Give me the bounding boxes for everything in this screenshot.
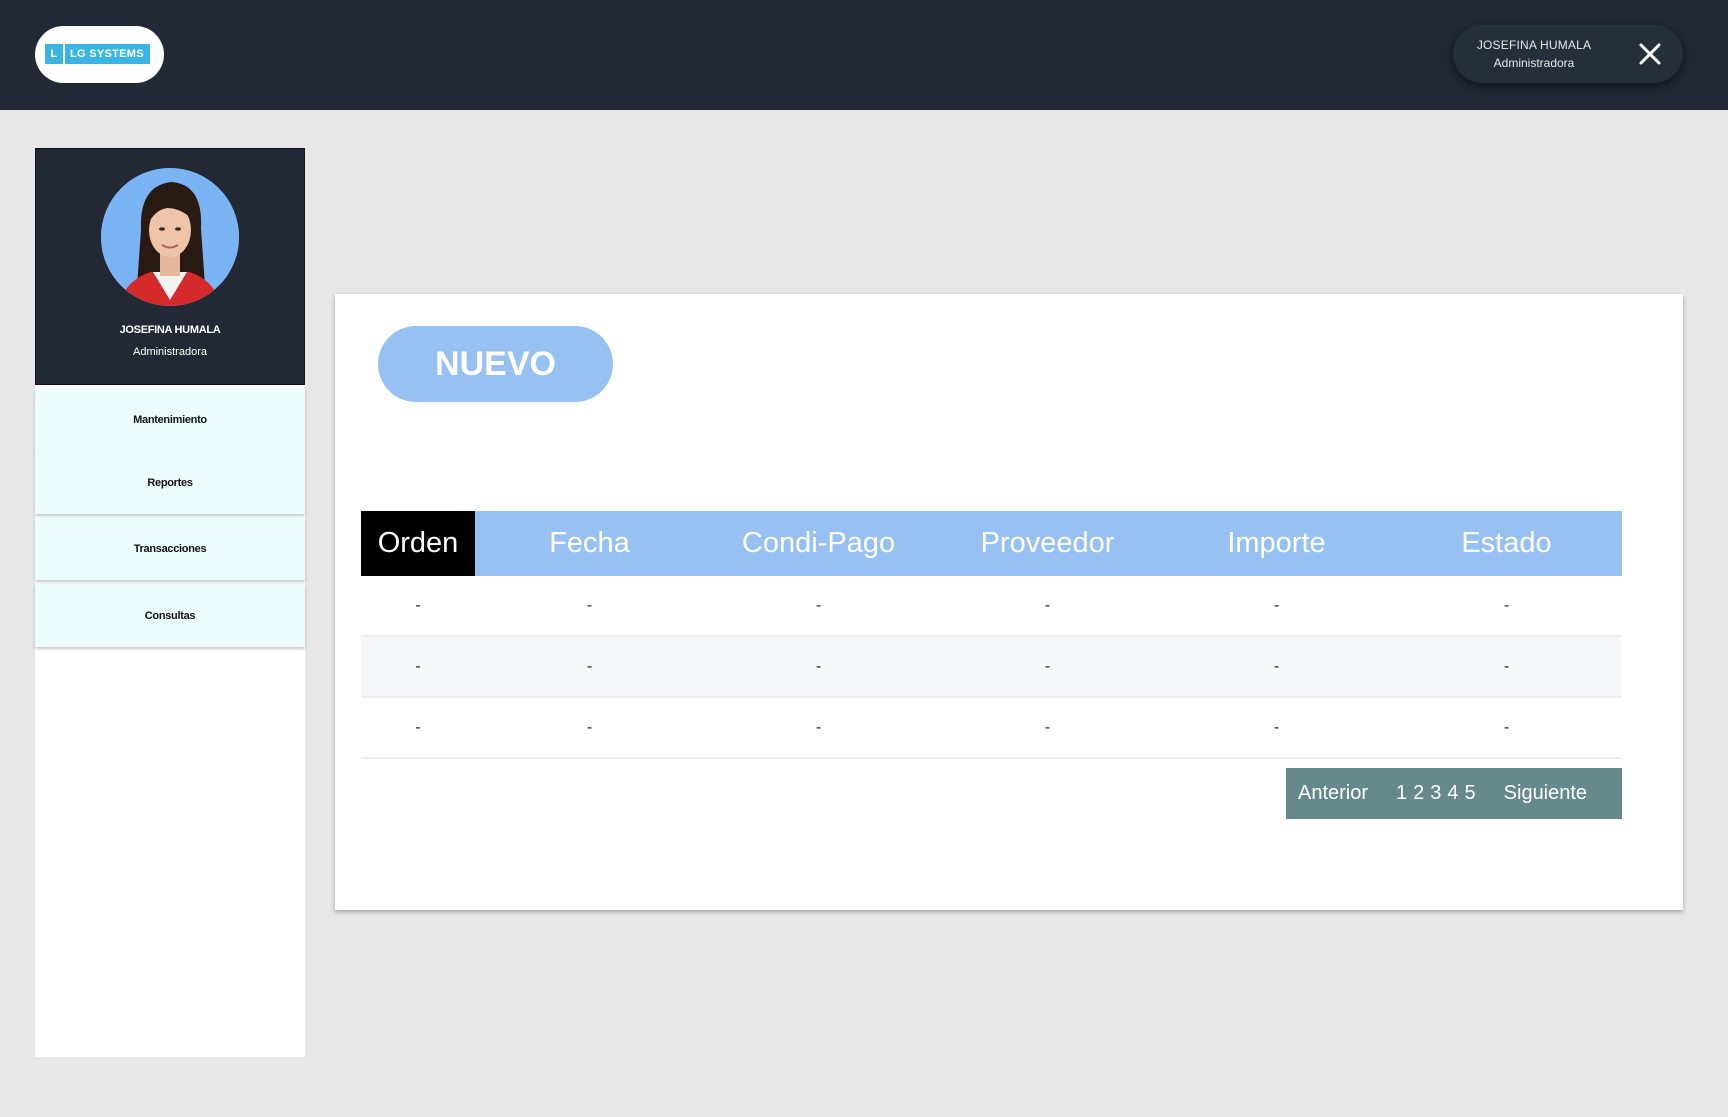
- table-cell: -: [1044, 657, 1051, 675]
- table-cell: -: [1044, 596, 1051, 614]
- sidebar-item-mantenimiento[interactable]: Mantenimiento: [35, 388, 305, 451]
- column-header-importe[interactable]: Importe: [1162, 511, 1391, 576]
- table-cell: -: [815, 657, 822, 675]
- top-bar: L LG SYSTEMS JOSEFINA HUMALA Administrad…: [0, 0, 1728, 110]
- column-header-estado[interactable]: Estado: [1391, 511, 1622, 576]
- pagination: Anterior 1 2 3 4 5 Siguiente: [1286, 768, 1622, 819]
- logo[interactable]: L LG SYSTEMS: [35, 26, 164, 83]
- profile-card: JOSEFINA HUMALA Administradora: [35, 148, 305, 385]
- table-cell: -: [1273, 657, 1280, 675]
- column-header-orden[interactable]: Orden: [361, 511, 475, 576]
- table-cell: -: [1273, 718, 1280, 736]
- user-role: Administradora: [1493, 56, 1575, 70]
- sidebar-item-reportes[interactable]: Reportes: [35, 451, 305, 514]
- table-cell: -: [1273, 596, 1280, 614]
- table-cell: -: [415, 718, 421, 736]
- page-3-link[interactable]: 3: [1430, 782, 1441, 805]
- table-cell: -: [815, 596, 822, 614]
- table-row[interactable]: - - - - - -: [361, 637, 1622, 698]
- user-name: JOSEFINA HUMALA: [1476, 38, 1592, 52]
- table-cell: -: [415, 657, 421, 675]
- table-cell: -: [1503, 596, 1510, 614]
- column-header-condi-pago[interactable]: Condi-Pago: [704, 511, 933, 576]
- user-menu[interactable]: JOSEFINA HUMALA Administradora: [1453, 25, 1683, 83]
- profile-name: JOSEFINA HUMALA: [119, 324, 221, 336]
- table-cell: -: [586, 596, 593, 614]
- table-cell: -: [586, 657, 593, 675]
- profile-role: Administradora: [133, 346, 207, 358]
- sidebar-item-consultas[interactable]: Consultas: [35, 584, 305, 647]
- close-icon[interactable]: [1637, 41, 1663, 67]
- page-5-link[interactable]: 5: [1465, 782, 1476, 805]
- logo-letter: L: [50, 48, 58, 60]
- sidebar: JOSEFINA HUMALA Administradora Mantenimi…: [35, 148, 305, 1057]
- pagination-prev-button[interactable]: Anterior: [1298, 782, 1368, 805]
- table-cell: -: [586, 718, 593, 736]
- table-cell: -: [415, 596, 421, 614]
- table-row[interactable]: - - - - - -: [361, 576, 1622, 637]
- pagination-next-button[interactable]: Siguiente: [1504, 782, 1587, 805]
- new-button[interactable]: NUEVO: [378, 326, 613, 402]
- page-4-link[interactable]: 4: [1447, 782, 1458, 805]
- table-cell: -: [815, 718, 822, 736]
- pagination-pages: 1 2 3 4 5: [1396, 782, 1476, 805]
- table-header: Orden Fecha Condi-Pago Proveedor Importe…: [361, 511, 1622, 576]
- logo-text: LG SYSTEMS: [70, 48, 144, 60]
- orders-table: Orden Fecha Condi-Pago Proveedor Importe…: [361, 511, 1622, 759]
- table-cell: -: [1503, 718, 1510, 736]
- column-header-fecha[interactable]: Fecha: [475, 511, 704, 576]
- table-cell: -: [1044, 718, 1051, 736]
- logo-mark: L LG SYSTEMS: [45, 44, 150, 64]
- page-1-link[interactable]: 1: [1396, 782, 1407, 805]
- table-cell: -: [1503, 657, 1510, 675]
- sidebar-item-transacciones[interactable]: Transacciones: [35, 517, 305, 580]
- main-panel: NUEVO Orden Fecha Condi-Pago Proveedor I…: [335, 294, 1683, 910]
- table-row[interactable]: - - - - - -: [361, 698, 1622, 759]
- page-2-link[interactable]: 2: [1413, 782, 1424, 805]
- avatar: [101, 168, 239, 306]
- column-header-proveedor[interactable]: Proveedor: [933, 511, 1162, 576]
